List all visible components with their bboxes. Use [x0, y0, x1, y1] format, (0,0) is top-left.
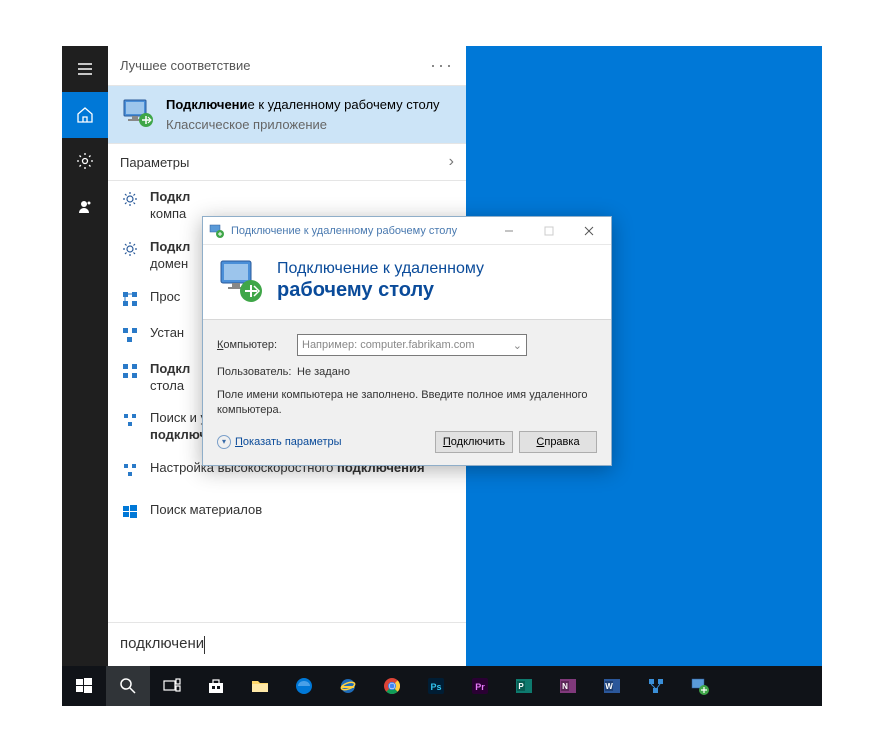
- home-icon[interactable]: [62, 92, 108, 138]
- search-item-footer[interactable]: Поиск материалов: [108, 494, 466, 530]
- computer-placeholder: Например: computer.fabrikam.com: [302, 339, 475, 351]
- gear-icon[interactable]: [62, 138, 108, 184]
- best-match-text: Подключение к удаленному рабочему столу …: [166, 96, 440, 133]
- publisher-icon[interactable]: P: [502, 666, 546, 706]
- word-icon[interactable]: W: [590, 666, 634, 706]
- show-options-label: Показать параметры: [235, 436, 342, 448]
- network-taskbar-icon[interactable]: [634, 666, 678, 706]
- settings-icon: [120, 189, 140, 209]
- close-button[interactable]: [569, 219, 609, 243]
- svg-text:Pr: Pr: [475, 682, 485, 692]
- expand-down-icon: ▾: [217, 435, 231, 449]
- ie-icon[interactable]: [326, 666, 370, 706]
- chrome-icon[interactable]: [370, 666, 414, 706]
- rdp-title-text: Подключение к удаленному рабочему столу: [231, 225, 489, 237]
- show-options-link[interactable]: ▾ Показать параметры: [217, 435, 342, 449]
- rdp-titlebar-icon: [209, 223, 225, 239]
- start-button[interactable]: [62, 666, 106, 706]
- settings-section[interactable]: Параметры ›: [108, 143, 466, 181]
- svg-text:W: W: [605, 682, 613, 691]
- person-icon[interactable]: [62, 184, 108, 230]
- rdp-logo-icon: [217, 257, 265, 305]
- connect-button[interactable]: Подключить: [435, 431, 513, 453]
- settings-section-label: Параметры: [120, 155, 189, 170]
- network-icon: [120, 460, 140, 480]
- hamburger-icon[interactable]: [62, 46, 108, 92]
- rdp-hint: Поле имени компьютера не заполнено. Введ…: [217, 388, 597, 419]
- chevron-right-icon: ›: [449, 153, 454, 171]
- best-match[interactable]: Подключение к удаленному рабочему столу …: [108, 86, 466, 143]
- rdp-header-text: Подключение к удаленному рабочему столу: [277, 257, 484, 305]
- network-icon: [120, 289, 140, 309]
- rdp-body: Компьютер: Например: computer.fabrikam.c…: [203, 320, 611, 465]
- maximize-button[interactable]: [529, 219, 569, 243]
- search-input-row[interactable]: подключени: [108, 622, 466, 666]
- svg-text:N: N: [562, 682, 568, 691]
- rdp-app-icon: [120, 96, 156, 132]
- help-button[interactable]: Справка: [519, 431, 597, 453]
- rdp-taskbar-icon[interactable]: [678, 666, 722, 706]
- search-header-label: Лучшее соответствие: [120, 58, 250, 73]
- rdp-header: Подключение к удаленному рабочему столу: [203, 245, 611, 320]
- taskbar: Ps Pr P N W: [62, 666, 822, 706]
- explorer-icon[interactable]: [238, 666, 282, 706]
- rdp-titlebar[interactable]: Подключение к удаленному рабочему столу: [203, 217, 611, 245]
- network-icon: [120, 410, 140, 430]
- taskview-icon[interactable]: [150, 666, 194, 706]
- computer-label: Компьютер:: [217, 339, 297, 351]
- minimize-button[interactable]: [489, 219, 529, 243]
- onenote-icon[interactable]: N: [546, 666, 590, 706]
- photoshop-icon[interactable]: Ps: [414, 666, 458, 706]
- edge-icon[interactable]: [282, 666, 326, 706]
- search-rail: [62, 46, 108, 666]
- svg-text:Ps: Ps: [430, 682, 441, 692]
- rdp-dialog: Подключение к удаленному рабочему столу …: [202, 216, 612, 466]
- computer-combo[interactable]: Например: computer.fabrikam.com ⌄: [297, 334, 527, 356]
- windows-icon: [120, 502, 140, 522]
- settings-icon: [120, 239, 140, 259]
- store-icon[interactable]: [194, 666, 238, 706]
- svg-text:P: P: [518, 682, 524, 691]
- user-value: Не задано: [297, 366, 350, 378]
- network-icon: [120, 325, 140, 345]
- chevron-down-icon: ⌄: [513, 339, 522, 352]
- premiere-icon[interactable]: Pr: [458, 666, 502, 706]
- search-header: Лучшее соответствие ···: [108, 46, 466, 86]
- search-taskbar-icon[interactable]: [106, 666, 150, 706]
- more-icon[interactable]: ···: [430, 55, 454, 76]
- user-label: Пользователь:: [217, 366, 297, 378]
- network-icon: [120, 361, 140, 381]
- search-input[interactable]: подключени: [120, 635, 454, 653]
